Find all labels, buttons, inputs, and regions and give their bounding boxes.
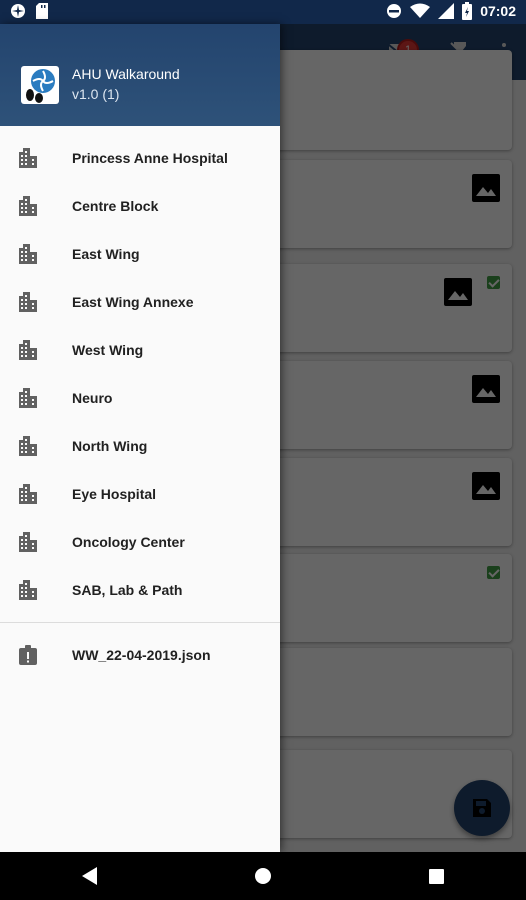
recents-square-icon xyxy=(428,868,444,884)
building-icon xyxy=(19,532,37,552)
drawer-item-label: Oncology Center xyxy=(72,534,185,550)
drawer-item-label: North Wing xyxy=(72,438,148,454)
drawer-item-building[interactable]: East Wing Annexe xyxy=(0,278,280,326)
status-time: 07:02 xyxy=(480,3,516,19)
building-icon xyxy=(19,388,37,408)
drawer-item-building[interactable]: Eye Hospital xyxy=(0,470,280,518)
back-button[interactable] xyxy=(78,864,102,888)
drawer-item-label: West Wing xyxy=(72,342,144,358)
sd-card-icon xyxy=(36,3,48,19)
building-icon xyxy=(19,580,37,600)
drawer-item-building[interactable]: Princess Anne Hospital xyxy=(0,134,280,182)
home-circle-icon xyxy=(255,868,271,884)
building-icon xyxy=(19,148,37,168)
app-name: AHU Walkaround xyxy=(72,66,180,82)
drawer-item-label: SAB, Lab & Path xyxy=(72,582,183,598)
building-icon xyxy=(19,196,37,216)
drawer-header: AHU Walkaround v1.0 (1) xyxy=(0,24,280,126)
app-version: v1.0 (1) xyxy=(72,86,120,102)
navigation-drawer: AHU Walkaround v1.0 (1) Princess Anne Ho… xyxy=(0,24,280,852)
building-icon xyxy=(19,244,37,264)
do-not-disturb-icon xyxy=(387,4,402,18)
status-bar: 07:02 xyxy=(0,0,526,24)
building-menu: Princess Anne Hospital Centre Block East W… xyxy=(0,134,280,614)
app-logo xyxy=(21,66,59,104)
drawer-item-label: Eye Hospital xyxy=(72,486,157,502)
drawer-item-building[interactable]: Oncology Center xyxy=(0,518,280,566)
drawer-item-label: East Wing xyxy=(72,246,140,262)
app-icon xyxy=(11,4,25,18)
building-icon xyxy=(19,436,37,456)
building-icon xyxy=(19,340,37,360)
drawer-item-building[interactable]: East Wing xyxy=(0,230,280,278)
drawer-item-label: Princess Anne Hospital xyxy=(72,150,228,166)
drawer-item-building[interactable]: West Wing xyxy=(0,326,280,374)
file-item[interactable]: WW_22-04-2019.json xyxy=(0,631,280,679)
drawer-item-label: East Wing Annexe xyxy=(72,294,194,310)
file-item-label: WW_22-04-2019.json xyxy=(72,647,211,663)
home-button[interactable] xyxy=(251,864,275,888)
building-icon xyxy=(19,292,37,312)
building-icon xyxy=(19,484,37,504)
wifi-icon xyxy=(410,3,431,18)
drawer-item-label: Centre Block xyxy=(72,198,159,214)
drawer-item-building[interactable]: Neuro xyxy=(0,374,280,422)
back-triangle-icon xyxy=(82,867,97,885)
drawer-item-building[interactable]: SAB, Lab & Path xyxy=(0,566,280,614)
system-navigation-bar xyxy=(0,852,526,900)
drawer-item-label: Neuro xyxy=(72,390,113,406)
battery-icon xyxy=(462,2,473,20)
clipboard-alert-icon xyxy=(19,645,37,665)
signal-icon xyxy=(438,3,455,19)
drawer-item-building[interactable]: North Wing xyxy=(0,422,280,470)
menu-divider xyxy=(0,622,280,623)
drawer-item-building[interactable]: Centre Block xyxy=(0,182,280,230)
recents-button[interactable] xyxy=(424,864,448,888)
